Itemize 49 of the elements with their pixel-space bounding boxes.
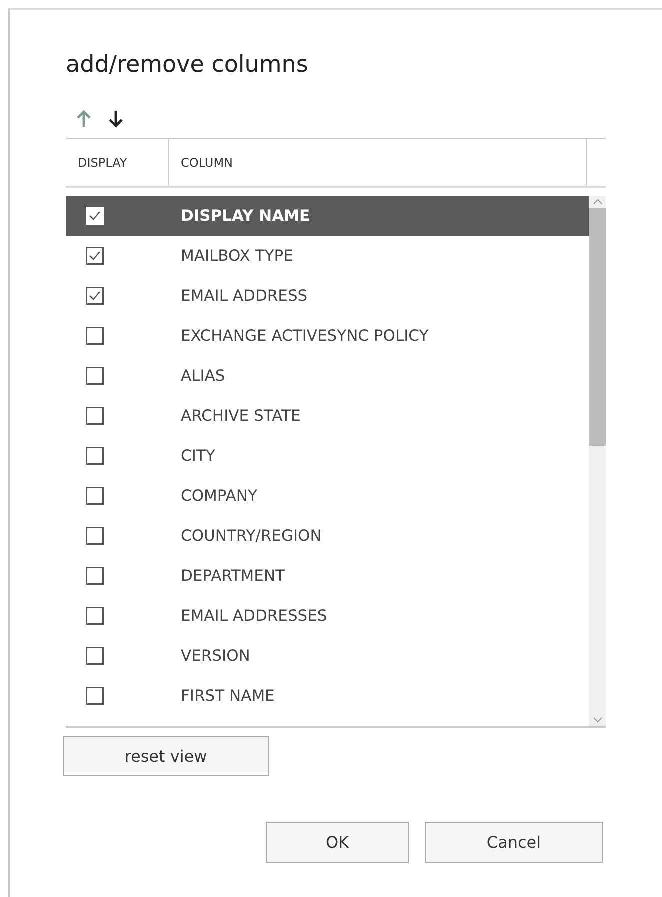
table-row[interactable]: EXCHANGE ACTIVESYNC POLICY <box>66 316 589 356</box>
scrollbar-thumb[interactable] <box>589 208 606 446</box>
checkbox[interactable] <box>86 247 104 265</box>
scrollbar[interactable] <box>589 196 606 726</box>
down-arrow-icon <box>108 110 124 128</box>
checkbox[interactable] <box>86 567 104 585</box>
column-name: EXCHANGE ACTIVESYNC POLICY <box>181 327 429 345</box>
table-row[interactable]: VERSION <box>66 636 589 676</box>
ok-button[interactable]: OK <box>266 822 409 863</box>
table-row[interactable]: FIRST NAME <box>66 676 589 716</box>
table-row[interactable]: CITY <box>66 436 589 476</box>
table-row[interactable]: COUNTRY/REGION <box>66 516 589 556</box>
column-name: DEPARTMENT <box>181 567 286 585</box>
column-name: FIRST NAME <box>181 687 275 705</box>
column-name: EMAIL ADDRESS <box>181 287 308 305</box>
checkbox[interactable] <box>86 447 104 465</box>
table-row[interactable]: EMAIL ADDRESS <box>66 276 589 316</box>
checkbox[interactable] <box>86 527 104 545</box>
checkbox[interactable] <box>86 327 104 345</box>
table-row[interactable]: MAILBOX TYPE <box>66 236 589 276</box>
column-name: MAILBOX TYPE <box>181 247 294 265</box>
move-down-button[interactable] <box>108 110 124 128</box>
checkbox[interactable] <box>86 647 104 665</box>
column-name: COMPANY <box>181 487 258 505</box>
reset-view-button[interactable]: reset view <box>63 736 269 776</box>
table-row[interactable]: ALIAS <box>66 356 589 396</box>
up-arrow-icon <box>76 110 92 128</box>
column-name: COUNTRY/REGION <box>181 527 322 545</box>
table-row[interactable]: ARCHIVE STATE <box>66 396 589 436</box>
checkbox[interactable] <box>86 607 104 625</box>
table-row[interactable]: EMAIL ADDRESSES <box>66 596 589 636</box>
column-name: DISPLAY NAME <box>181 207 310 225</box>
checkbox[interactable] <box>86 687 104 705</box>
checkbox[interactable] <box>86 487 104 505</box>
table-row[interactable]: COMPANY <box>66 476 589 516</box>
checkbox[interactable] <box>86 367 104 385</box>
column-name: ALIAS <box>181 367 226 385</box>
column-name: EMAIL ADDRESSES <box>181 607 328 625</box>
table-row[interactable]: DISPLAY NAME <box>66 196 589 236</box>
dialog-title: add/remove columns <box>66 52 310 80</box>
column-name: ARCHIVE STATE <box>181 407 301 425</box>
checkbox[interactable] <box>86 407 104 425</box>
column-header[interactable]: DISPLAY <box>66 139 169 186</box>
column-name: CITY <box>181 447 216 465</box>
column-header[interactable]: COLUMN <box>169 139 587 186</box>
cancel-button[interactable]: Cancel <box>425 822 603 863</box>
column-name: VERSION <box>181 647 250 665</box>
checkbox[interactable] <box>86 287 104 305</box>
table-row[interactable]: DEPARTMENT <box>66 556 589 596</box>
